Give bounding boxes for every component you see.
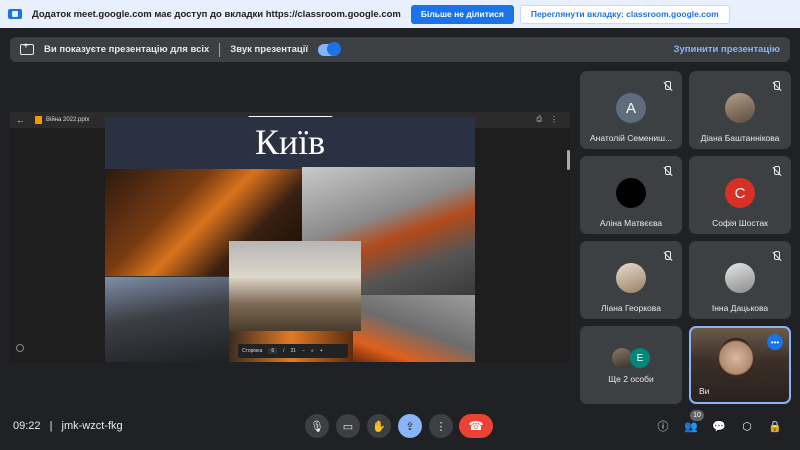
slide-photo — [229, 241, 361, 331]
meeting-info: 09:22 | jmk-wzct-fkg — [13, 420, 123, 432]
participant-count-badge: 10 — [690, 410, 704, 421]
participant-name: Інна Дацькова — [711, 303, 769, 313]
participant-name: Софія Шостак — [712, 218, 768, 228]
clock: 09:22 — [13, 420, 41, 432]
participant-tile[interactable]: Інна Дацькова — [689, 241, 791, 319]
participant-name: Ліана Георкова — [601, 303, 661, 313]
page-current-input[interactable]: 6 — [268, 348, 278, 354]
slide: Київ Сторінка 6 / 31 − ⌕ + — [105, 117, 475, 362]
meeting-code: jmk-wzct-fkg — [61, 420, 123, 432]
participant-tile[interactable]: Ліана Георкова — [580, 241, 682, 319]
chat-icon[interactable]: 💬 — [711, 418, 727, 434]
participant-tile[interactable]: А Анатолій Семениш... — [580, 71, 682, 149]
avatar — [616, 263, 646, 293]
phone-hangup-icon: ☎ — [468, 419, 484, 433]
more-participants-label: Ще 2 особи — [608, 374, 654, 384]
presenting-message: Ви показуєте презентацію для всіх — [44, 44, 210, 55]
divider — [219, 42, 221, 57]
participant-name: Анатолій Семениш... — [590, 133, 672, 143]
audio-label: Звук презентації — [230, 44, 309, 55]
participant-name: Аліна Матвєєва — [599, 218, 663, 228]
end-call-button[interactable]: ☎ — [459, 414, 493, 438]
more-vert-icon: ⋮ — [435, 420, 447, 433]
file-name: Війна 2022.pptx — [46, 117, 90, 123]
page-total: 31 — [290, 348, 297, 354]
avatar — [725, 93, 755, 123]
zoom-out-icon[interactable]: − — [302, 348, 305, 354]
tab-share-bar: Додаток meet.google.com має доступ до вк… — [0, 0, 800, 28]
mic-icon: 🎙 — [310, 420, 324, 433]
self-name: Ви — [699, 386, 710, 396]
back-arrow-icon[interactable]: ← — [16, 115, 25, 125]
microphone-button[interactable]: 🎙 — [305, 414, 329, 438]
audio-toggle[interactable] — [318, 41, 342, 56]
participant-tile[interactable]: Діана Баштаннікова — [689, 71, 791, 149]
slide-title: Київ — [254, 122, 326, 162]
avatar: С — [725, 178, 755, 208]
mic-off-icon — [771, 166, 781, 178]
more-options-button[interactable]: ⋮ — [429, 414, 453, 438]
mic-off-icon — [662, 166, 672, 178]
slide-photo — [353, 295, 475, 362]
self-video-tile[interactable]: ••• Ви — [689, 326, 791, 404]
switch-tab-button[interactable]: Переглянути вкладку: classroom.google.co… — [519, 4, 730, 24]
raise-hand-button[interactable]: ✋ — [367, 414, 391, 438]
presenting-bar: Ви показуєте презентацію для всіх Звук п… — [10, 37, 790, 62]
avatar: Е — [630, 348, 650, 368]
participant-tile[interactable]: Аліна Матвєєва — [580, 156, 682, 234]
activities-icon[interactable]: ⬡ — [739, 418, 755, 434]
hand-icon: ✋ — [372, 420, 386, 433]
mic-off-icon — [662, 251, 672, 263]
stop-presenting-button[interactable]: Зупинити презентацію — [674, 44, 781, 55]
avatar — [616, 178, 646, 208]
search-icon[interactable]: ⌕ — [311, 348, 314, 354]
share-tab-icon — [8, 9, 22, 19]
more-participants-tile[interactable]: Е Ще 2 особи — [580, 326, 682, 404]
info-icon[interactable] — [16, 344, 24, 352]
print-icon[interactable]: ⎙ — [536, 116, 542, 124]
self-video — [719, 338, 753, 382]
page-nav: Сторінка 6 / 31 − ⌕ + — [238, 344, 348, 358]
present-icon: ⇪ — [405, 420, 415, 433]
stop-sharing-button[interactable]: Більше не ділитися — [410, 4, 514, 24]
pptx-file-icon — [35, 116, 42, 124]
mic-off-icon — [662, 81, 672, 93]
mic-off-icon — [771, 251, 781, 263]
more-vert-icon[interactable]: ⋮ — [550, 115, 558, 124]
scrollbar[interactable] — [567, 150, 570, 170]
host-controls-icon[interactable]: 🔒 — [767, 418, 783, 434]
avatar — [612, 348, 632, 368]
mic-off-icon — [771, 81, 781, 93]
info-separator: | — [49, 420, 53, 432]
page-label: Сторінка — [242, 348, 263, 354]
more-options-icon[interactable]: ••• — [767, 334, 783, 350]
info-icon[interactable]: ⓘ — [655, 418, 671, 434]
share-message: Додаток meet.google.com має доступ до вк… — [32, 8, 401, 20]
participant-name: Діана Баштаннікова — [700, 133, 780, 143]
participant-tile[interactable]: С Софія Шостак — [689, 156, 791, 234]
zoom-in-icon[interactable]: + — [320, 348, 323, 354]
camera-button[interactable]: ▭ — [336, 414, 360, 438]
present-button[interactable]: ⇪ — [398, 414, 422, 438]
camera-icon: ▭ — [342, 420, 354, 433]
avatar — [725, 263, 755, 293]
slide-photo — [105, 277, 229, 362]
avatar: А — [616, 93, 646, 123]
page-separator: / — [283, 348, 285, 354]
present-screen-icon — [20, 41, 34, 55]
shared-presentation: ← Війна 2022.pptx Відкрити через Google … — [10, 112, 570, 362]
